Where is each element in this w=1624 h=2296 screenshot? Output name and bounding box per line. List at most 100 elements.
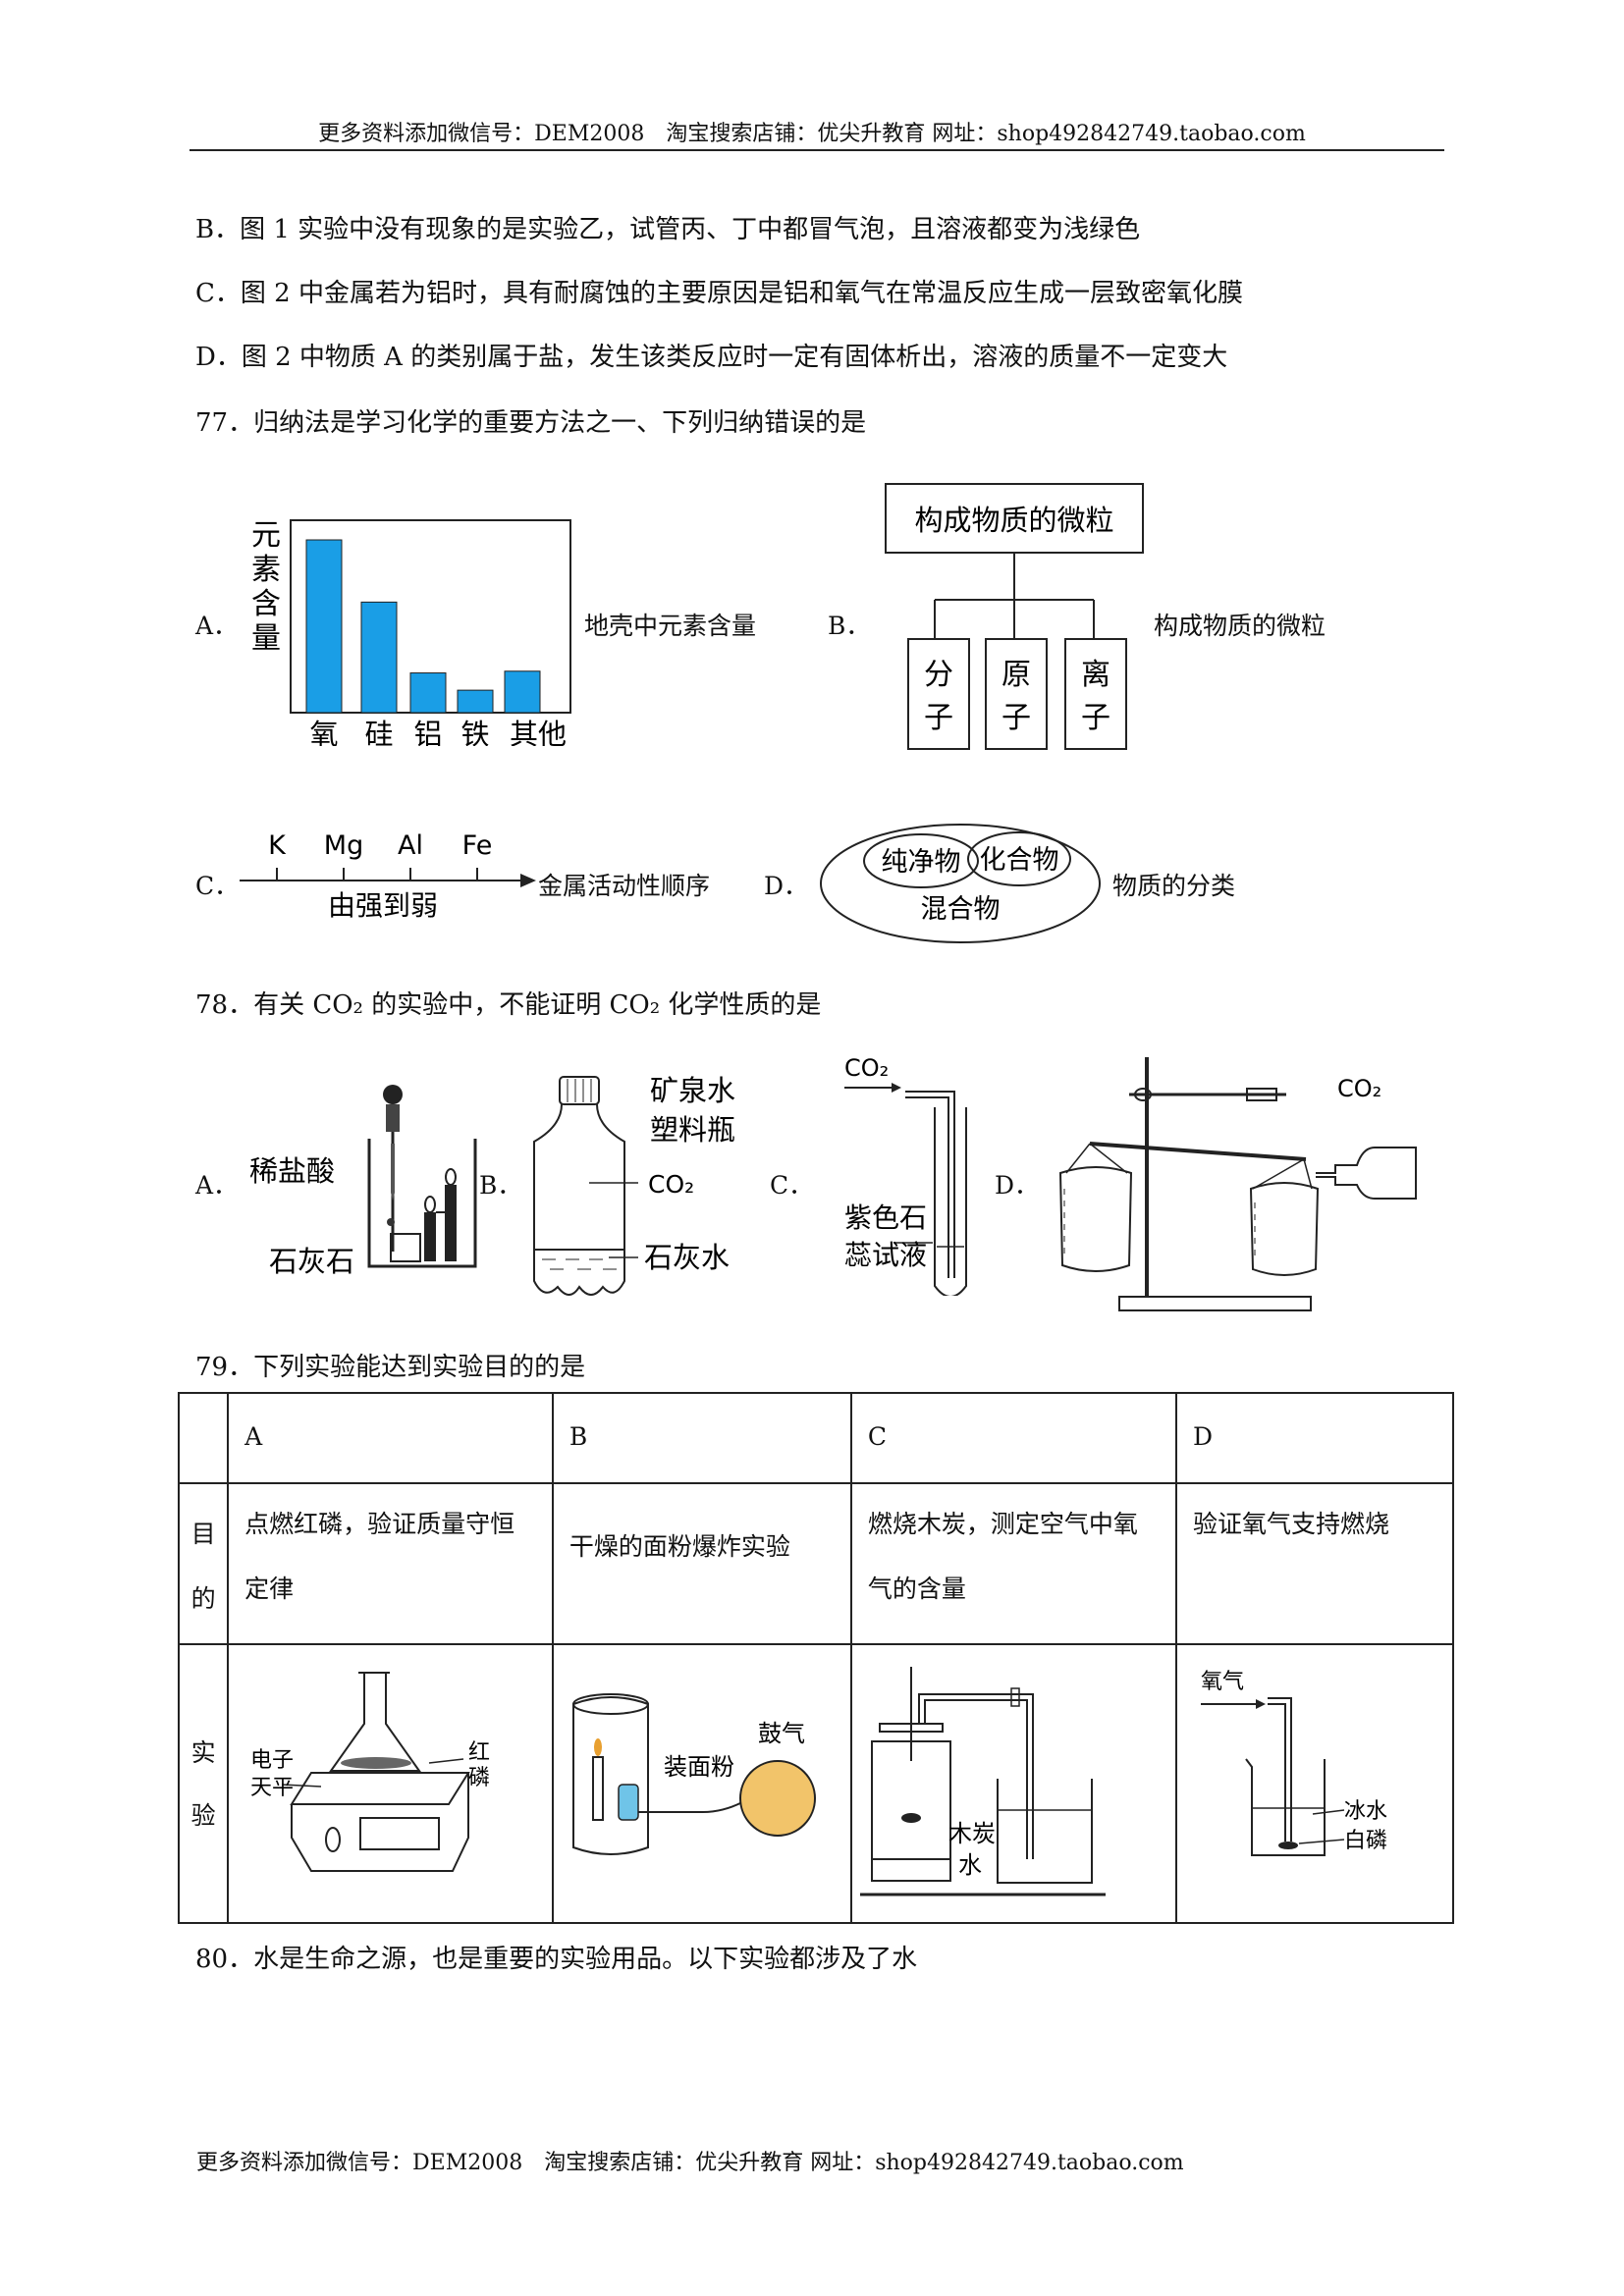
q77-a-letter: A． [195, 612, 239, 640]
header-rule [189, 149, 1444, 151]
q78-stem: 78．有关 CO₂ 的实验中，不能证明 CO₂ 化学性质的是 [195, 990, 822, 1020]
category-label: 氧 [309, 718, 338, 746]
fig-a-balance-flask: 电子 天平 红 磷 [250, 1672, 490, 1872]
bar-1 [305, 539, 343, 714]
tree-child-char: 子 [924, 701, 953, 735]
purpose-cell-a: 点燃红磷，验证质量守恒定律 [227, 1482, 554, 1645]
outer-label: 混合物 [921, 894, 1001, 925]
q77-c-letter: C． [195, 872, 240, 900]
q78-d-letter: D． [995, 1171, 1040, 1200]
row-label-purpose: 目的 [177, 1482, 230, 1645]
label-litmus-1: 紫色石 [844, 1201, 927, 1234]
table-corner-cell [177, 1392, 230, 1484]
metal-label: Al [398, 830, 423, 861]
bar-4 [457, 689, 494, 714]
category-label: 其他 [510, 718, 567, 746]
tree-child-char: 原 [1001, 658, 1031, 692]
category-label: 铝 [413, 718, 442, 746]
fig-c-charcoal-oxygen: 木炭 水 [859, 1667, 1106, 1896]
q78-a-letter: A． [195, 1171, 239, 1200]
inner-label-2: 化合物 [980, 845, 1059, 876]
bar-3 [409, 672, 447, 714]
metal-label: K [268, 830, 287, 861]
label-co2: CO₂ [1337, 1075, 1381, 1102]
category-label: 铁 [460, 718, 489, 746]
q78-c-apparatus: CO₂ 紫色石 蕊试液 [844, 1054, 967, 1296]
table-header-cell: B [551, 1392, 852, 1484]
label-oxygen: 氧气 [1201, 1670, 1244, 1694]
metal-label: Mg [324, 830, 363, 861]
tree-top-label: 构成物质的微粒 [914, 504, 1113, 537]
q77-c-activity-arrow: K Mg Al Fe 由强到弱 [240, 830, 536, 922]
label-phosphorus: 磷 [468, 1766, 490, 1790]
label-limestone: 石灰石 [269, 1245, 354, 1278]
row-label-experiment: 实验 [177, 1643, 230, 1924]
experiment-cell-b: 装面粉 鼓气 [551, 1643, 852, 1924]
label-limewater: 石灰水 [644, 1241, 730, 1274]
experiment-cell-d: 氧气 冰水 白磷 [1175, 1643, 1454, 1924]
q77-b-tree-diagram: 构成物质的微粒 分子原子离子 [885, 483, 1144, 750]
table-header-cell: D [1175, 1392, 1454, 1484]
page-header: 更多资料添加微信号：DEM2008 淘宝搜索店铺：优尖升教育 网址：shop49… [318, 122, 1306, 146]
q77-c-caption: 金属活动性顺序 [538, 872, 711, 900]
q78-a-apparatus: 稀盐酸 石灰石 [249, 1085, 477, 1278]
table-purpose-row: 目的 点燃红磷，验证质量守恒定律 干燥的面粉爆炸实验 燃烧木炭，测定空气中氧气的… [177, 1482, 1454, 1645]
ylabel-char-1: 元 [251, 518, 281, 553]
tree-child-char: 分 [924, 658, 953, 692]
table-header-cell: C [849, 1392, 1178, 1484]
label-co2: CO₂ [844, 1054, 889, 1082]
label-balance: 天平 [250, 1776, 294, 1800]
q77-b-caption: 构成物质的微粒 [1154, 612, 1326, 640]
q77-a-bar-chart: 元 素 含 量 氧硅铝铁其他 [251, 518, 571, 746]
q78-b-letter: B． [479, 1171, 522, 1200]
table-experiment-row: 实验 电子 天平 红 磷 装面粉 鼓气 木炭 水 氧气 冰水 白磷 [177, 1643, 1454, 1924]
label-flour: 装面粉 [664, 1753, 734, 1781]
tree-child-char: 子 [1081, 701, 1110, 735]
ylabel-char-4: 量 [251, 621, 281, 656]
q78-b-apparatus: 矿泉水 塑料瓶 CO₂ 石灰水 [533, 1074, 735, 1296]
tree-child-char: 离 [1081, 658, 1110, 692]
q78-c-letter: C． [770, 1171, 814, 1200]
q79-table: A B C D 目的 点燃红磷，验证质量守恒定律 干燥的面粉爆炸实验 燃烧木炭，… [177, 1392, 1454, 1924]
label-white-phosphorus: 白磷 [1344, 1829, 1387, 1853]
label-litmus-2: 蕊试液 [844, 1239, 927, 1271]
label-red: 红 [468, 1740, 490, 1765]
table-header-cell: A [227, 1392, 554, 1484]
inner-label-1: 纯净物 [882, 847, 961, 878]
q77-a-caption: 地壳中元素含量 [584, 612, 757, 640]
q79-stem: 79．下列实验能达到实验目的的是 [195, 1353, 586, 1382]
fig-b-dust-explosion: 装面粉 鼓气 [571, 1693, 816, 1855]
label-blow-air: 鼓气 [758, 1720, 805, 1747]
label-ice-water: 冰水 [1344, 1799, 1387, 1824]
label-electronic: 电子 [250, 1748, 294, 1773]
experiment-cell-c: 木炭 水 [849, 1643, 1178, 1924]
q77-stem: 77．归纳法是学习化学的重要方法之一、下列归纳错误的是 [195, 408, 867, 438]
ylabel-char-2: 素 [251, 553, 281, 587]
q78-d-balance-apparatus: CO₂ [1058, 1057, 1417, 1311]
q80-stem: 80．水是生命之源，也是重要的实验用品。以下实验都涉及了水 [195, 1945, 918, 1974]
experiment-cell-a: 电子 天平 红 磷 [227, 1643, 554, 1924]
label-co2: CO₂ [648, 1170, 694, 1199]
purpose-cell-c: 燃烧木炭，测定空气中氧气的含量 [849, 1482, 1178, 1645]
page-footer: 更多资料添加微信号：DEM2008 淘宝搜索店铺：优尖升教育 网址：shop49… [196, 2151, 1184, 2175]
ylabel-char-3: 含 [251, 587, 281, 621]
q77-b-letter: B． [828, 612, 871, 640]
label-dilute-hcl: 稀盐酸 [249, 1154, 335, 1188]
purpose-cell-b: 干燥的面粉爆炸实验 [551, 1482, 852, 1645]
option-c-text: C．图 2 中金属若为铝时，具有耐腐蚀的主要原因是铝和氧气在常温反应生成一层致密… [195, 279, 1243, 308]
table-header-row: A B C D [177, 1392, 1454, 1484]
label-plastic-bottle: 塑料瓶 [650, 1113, 735, 1147]
q77-d-venn-diagram: 纯净物 化合物 混合物 [820, 824, 1101, 943]
option-b-text: B．图 1 实验中没有现象的是实验乙，试管丙、丁中都冒气泡，且溶液都变为浅绿色 [195, 215, 1141, 244]
bar-2 [360, 601, 398, 714]
fig-d-white-phosphorus: 氧气 冰水 白磷 [1201, 1670, 1387, 1856]
purpose-cell-d: 验证氧气支持燃烧 [1175, 1482, 1454, 1645]
category-label: 硅 [364, 718, 393, 746]
label-mineral-water: 矿泉水 [650, 1074, 735, 1107]
label-water: 水 [958, 1851, 982, 1879]
bar-5 [504, 670, 541, 714]
metal-label: Fe [462, 830, 493, 861]
option-d-text: D．图 2 中物质 A 的类别属于盐，发生该类反应时一定有固体析出，溶液的质量不… [195, 343, 1228, 372]
label-charcoal: 木炭 [948, 1820, 996, 1847]
tree-child-char: 子 [1001, 701, 1031, 735]
